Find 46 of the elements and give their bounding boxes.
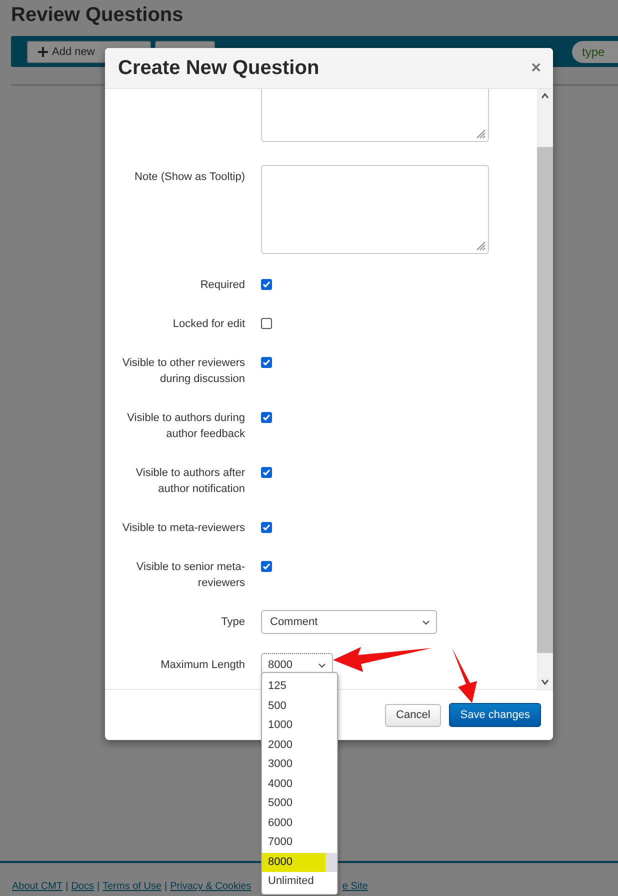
scroll-down-icon[interactable] (541, 679, 549, 685)
select-field[interactable]: Comment (261, 610, 437, 634)
separator-text: | (66, 881, 68, 892)
scroll-up-icon[interactable] (541, 93, 549, 99)
checkbox[interactable] (261, 561, 272, 572)
dropdown-option[interactable]: 8000 (262, 852, 337, 872)
dropdown-option[interactable]: 7000 (262, 833, 337, 852)
resize-grip-icon (476, 241, 486, 251)
scrollbar[interactable] (537, 89, 553, 689)
chevron-icon (318, 662, 326, 668)
dropdown-option[interactable]: 4000 (262, 774, 337, 794)
dropdown-option[interactable]: 125 (262, 677, 337, 696)
field-label: Required (199, 278, 245, 293)
checkbox[interactable] (261, 467, 272, 478)
dropdown-option[interactable]: 6000 (262, 814, 337, 833)
field-label: Locked for edit (172, 317, 245, 332)
scrollbar-thumb[interactable] (537, 147, 553, 653)
dropdown-option[interactable]: 3000 (262, 755, 337, 774)
field-label: Type (220, 615, 245, 630)
checkbox[interactable] (261, 522, 272, 533)
field-label: Visible to senior meta-reviewers (135, 560, 245, 591)
arrow-annotation (452, 648, 477, 703)
resize-grip-icon (476, 129, 486, 139)
field-label: Visible to authors after author notification (134, 466, 245, 497)
save-button[interactable]: Save changes (449, 703, 541, 727)
close-button[interactable]: × (531, 58, 541, 78)
field-label: Visible to other reviewers during discussion (121, 356, 245, 387)
dropdown-option[interactable]: 1000 (262, 716, 337, 736)
checkbox[interactable] (261, 412, 272, 423)
field-label: Maximum Length (160, 658, 245, 673)
field-label: Visible to meta-reviewers (121, 521, 245, 536)
cancel-button[interactable]: Cancel (385, 704, 442, 726)
checkbox[interactable] (261, 318, 272, 329)
dropdown-option[interactable]: 500 (262, 696, 337, 716)
page-title: Review Questions (11, 4, 184, 28)
dropdown-option[interactable]: Unlimited (262, 872, 337, 892)
dropdown-option[interactable]: 5000 (262, 794, 337, 814)
chevron-icon (422, 620, 430, 624)
checkbox[interactable] (261, 279, 272, 290)
field-label: Note (Show as Tooltip) (134, 170, 245, 185)
separator-text: | (164, 881, 168, 892)
field-label: Visible to authors during author feedback (126, 411, 245, 442)
dropdown-option[interactable]: 2000 (262, 736, 337, 755)
plus-icon (38, 46, 48, 56)
separator-text: | (96, 881, 100, 892)
checkbox[interactable] (261, 357, 272, 368)
